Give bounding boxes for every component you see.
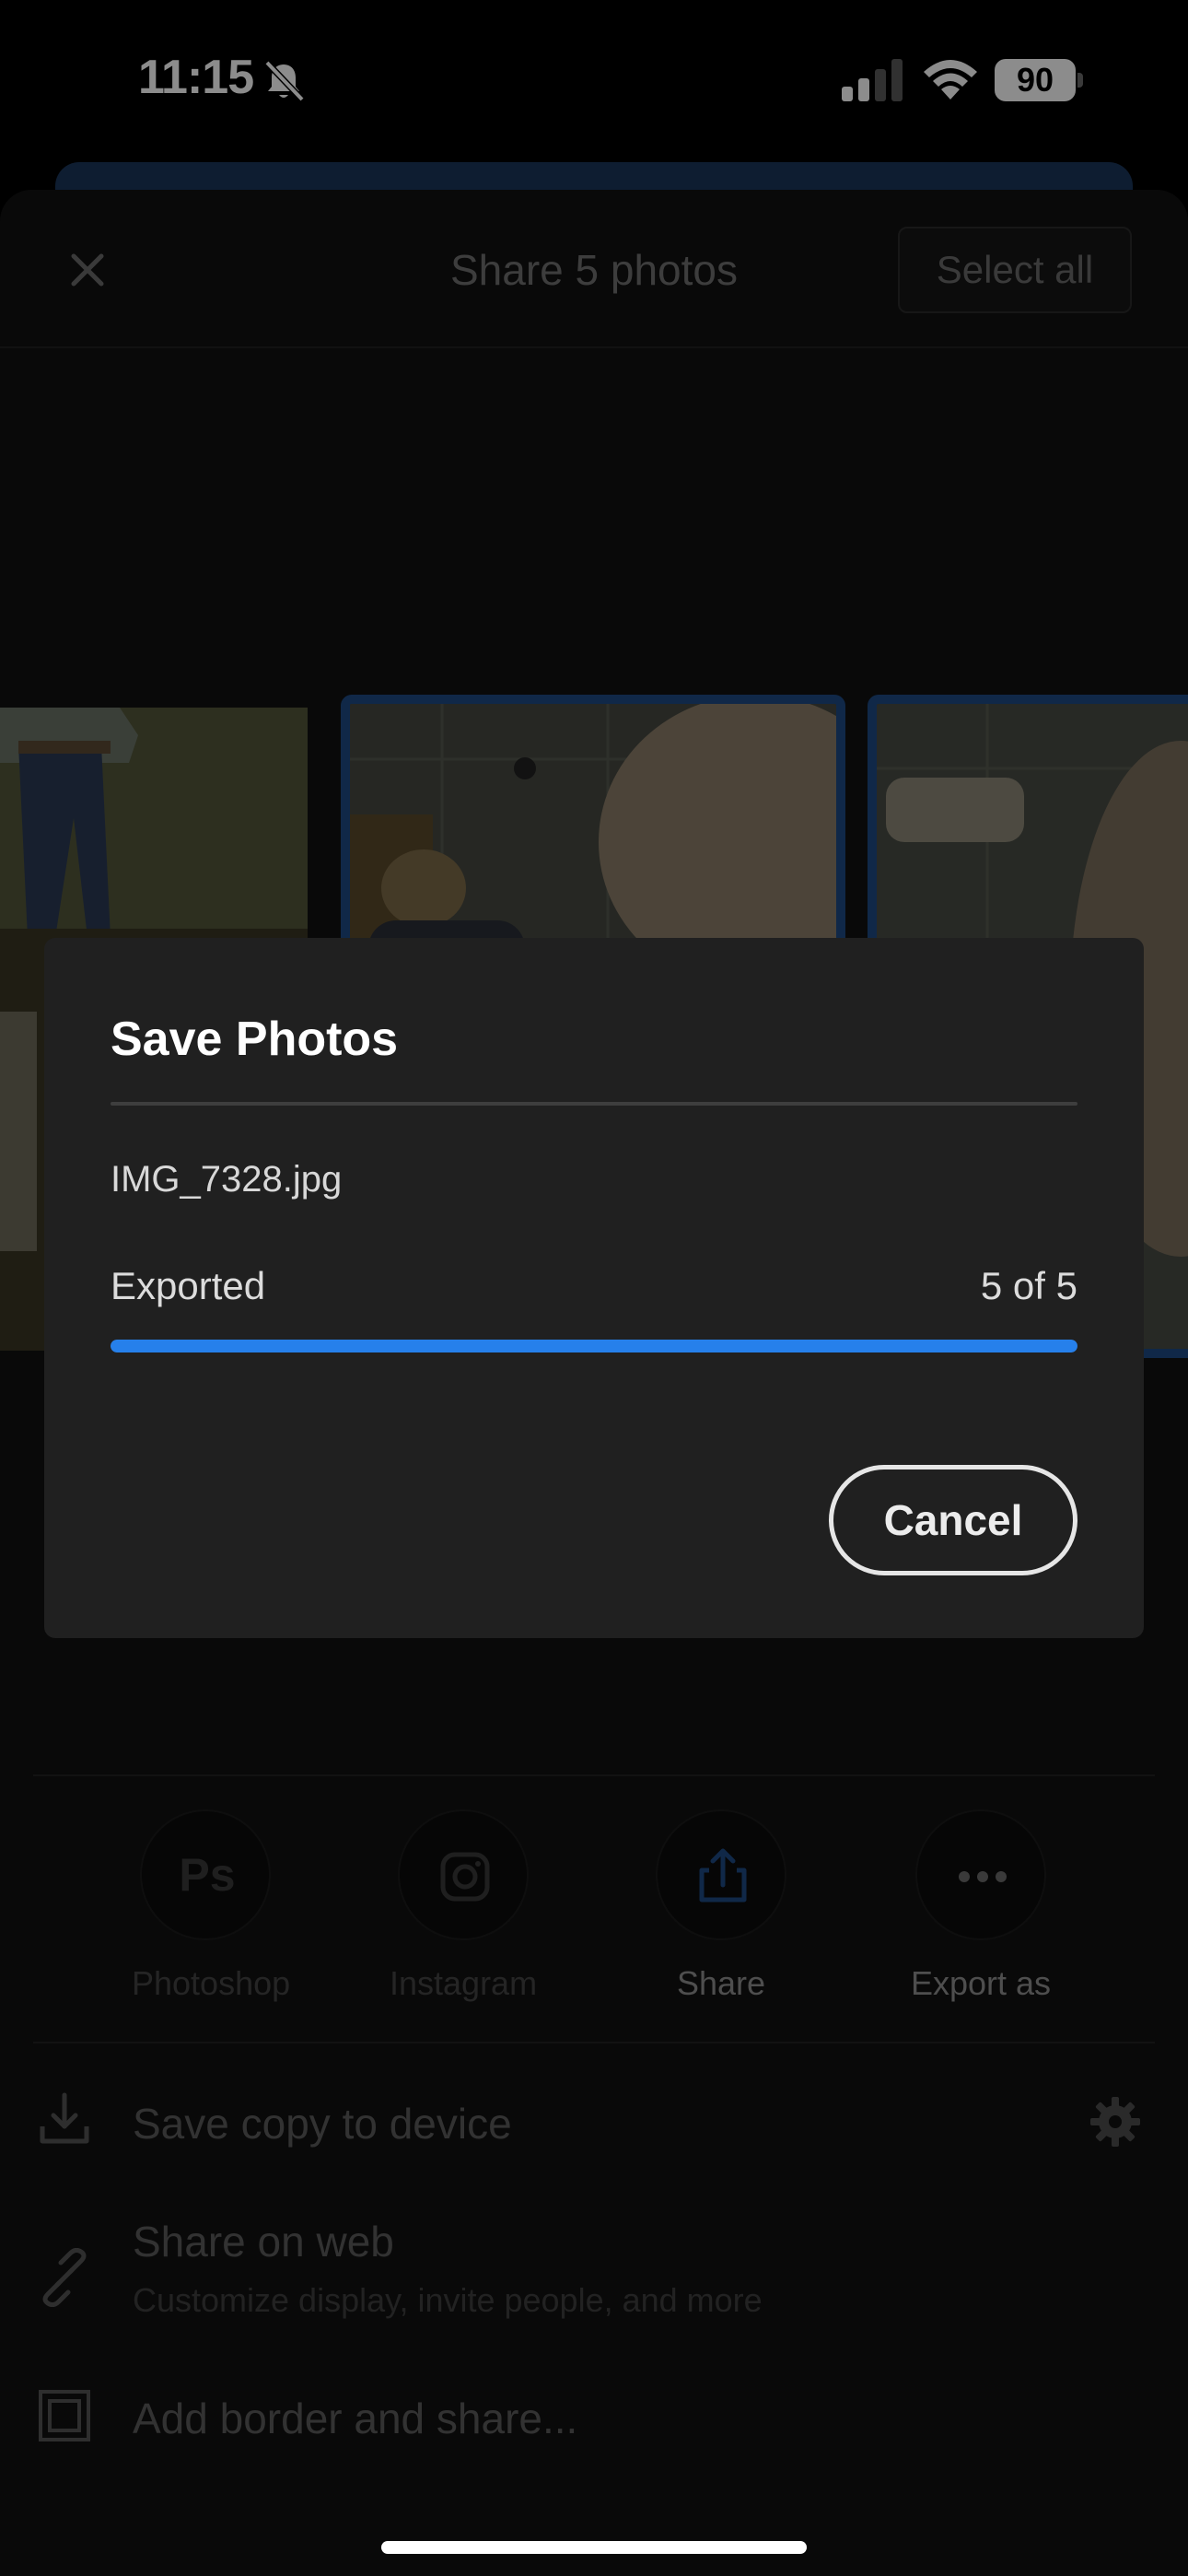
- home-indicator[interactable]: [381, 2541, 807, 2554]
- save-photos-dialog: Save Photos IMG_7328.jpg Exported 5 of 5…: [44, 938, 1144, 1638]
- progress-count: 5 of 5: [980, 1264, 1077, 1307]
- current-file-name: IMG_7328.jpg: [111, 1159, 343, 1200]
- dialog-divider: [111, 1102, 1077, 1106]
- progress-bar: [111, 1340, 1077, 1352]
- progress-label: Exported: [111, 1264, 266, 1307]
- progress-bar-fill: [111, 1340, 1077, 1352]
- dialog-title: Save Photos: [111, 1013, 399, 1066]
- cancel-button[interactable]: Cancel: [829, 1465, 1077, 1575]
